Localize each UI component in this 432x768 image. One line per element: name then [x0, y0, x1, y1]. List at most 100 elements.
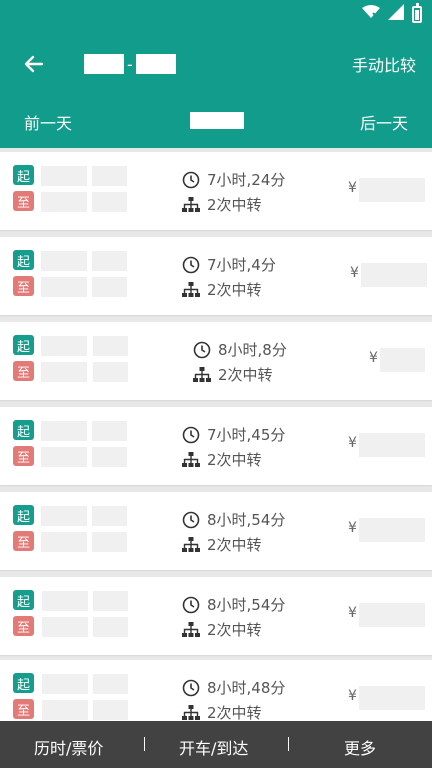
- transfers-text: 2次中转: [207, 621, 262, 639]
- manual-compare-button[interactable]: 手动比较: [352, 52, 416, 76]
- depart-time-redacted: [92, 506, 127, 526]
- arrive-badge: 至: [13, 699, 34, 719]
- price-currency: ¥: [348, 605, 357, 621]
- app-header: - 手动比较 前一天 后一天: [0, 0, 432, 148]
- arrive-badge: 至: [13, 446, 34, 466]
- arrive-badge: 至: [13, 616, 34, 636]
- depart-time-redacted: [93, 591, 128, 611]
- clock-icon: [182, 256, 200, 273]
- hierarchy-icon: [182, 196, 200, 212]
- duration: 7小时,45分: [182, 424, 285, 445]
- arrive-station-redacted: [42, 700, 88, 720]
- duration: 7小时,24分: [182, 169, 285, 190]
- arrive-time-redacted: [93, 700, 128, 720]
- hierarchy-icon: [182, 621, 200, 637]
- date-redacted: [190, 112, 244, 129]
- divider: [144, 737, 145, 751]
- clock-icon: [182, 596, 200, 613]
- arrive-badge: 至: [13, 191, 34, 211]
- depart-station-redacted: [41, 166, 87, 186]
- signal-icon: [388, 4, 404, 24]
- arrive-time-redacted: [93, 617, 128, 637]
- depart-time-redacted: [92, 251, 127, 271]
- result-card[interactable]: 起 至 7小时,4分 2次中转 ¥: [0, 237, 432, 315]
- duration-text: 8小时,54分: [207, 511, 286, 529]
- transfers: 2次中转: [182, 449, 262, 470]
- transfers-text: 2次中转: [207, 451, 262, 469]
- depart-time-redacted: [93, 336, 128, 356]
- origin-station-redacted: [84, 54, 124, 74]
- depart-badge: 起: [13, 335, 34, 355]
- clock-icon: [182, 511, 200, 528]
- clock-icon: [182, 171, 200, 188]
- price-currency: ¥: [350, 265, 359, 281]
- result-card[interactable]: 起 至 8小时,54分 2次中转 ¥: [0, 492, 432, 570]
- transfers: 2次中转: [182, 534, 262, 555]
- duration-text: 8小时,48分: [207, 679, 286, 697]
- depart-badge: 起: [13, 420, 34, 440]
- depart-time-redacted: [92, 421, 127, 441]
- arrive-badge: 至: [13, 276, 34, 296]
- arrive-badge: 至: [13, 531, 34, 551]
- depart-badge: 起: [13, 165, 34, 185]
- arrive-badge: 至: [13, 361, 34, 381]
- sort-depart-arrive-button[interactable]: 开车/到达: [179, 735, 248, 759]
- price-currency: ¥: [348, 688, 357, 704]
- transfers-text: 2次中转: [207, 704, 262, 722]
- hierarchy-icon: [182, 704, 200, 720]
- transfers-text: 2次中转: [207, 196, 262, 214]
- route-separator: -: [127, 54, 133, 74]
- price-redacted: [359, 518, 425, 542]
- divider: [288, 737, 289, 751]
- destination-station-redacted: [135, 54, 176, 74]
- arrive-station-redacted: [41, 447, 87, 467]
- arrive-time-redacted: [93, 362, 128, 382]
- back-button[interactable]: [18, 48, 50, 80]
- duration-text: 8小时,8分: [218, 341, 287, 359]
- clock-icon: [182, 426, 200, 443]
- clock-icon: [182, 679, 200, 696]
- status-bar: [362, 2, 422, 24]
- depart-badge: 起: [13, 673, 34, 693]
- arrow-left-icon: [24, 55, 44, 73]
- price-currency: ¥: [348, 435, 357, 451]
- hierarchy-icon: [182, 536, 200, 552]
- depart-station-redacted: [42, 674, 88, 694]
- result-card[interactable]: 起 至 8小时,54分 2次中转 ¥: [0, 577, 432, 655]
- price-redacted: [359, 433, 425, 457]
- arrive-time-redacted: [92, 192, 127, 212]
- transfers: 2次中转: [182, 279, 262, 300]
- result-card[interactable]: 起 至 7小时,45分 2次中转 ¥: [0, 407, 432, 485]
- depart-station-redacted: [41, 421, 87, 441]
- prev-day-button[interactable]: 前一天: [24, 110, 72, 134]
- duration: 8小时,54分: [182, 509, 285, 530]
- hierarchy-icon: [193, 366, 211, 382]
- depart-station-redacted: [41, 251, 87, 271]
- transfers-text: 2次中转: [207, 281, 262, 299]
- depart-badge: 起: [13, 590, 34, 610]
- transfers: 2次中转: [182, 619, 262, 640]
- depart-badge: 起: [13, 250, 34, 270]
- arrive-station-redacted: [41, 192, 87, 212]
- arrive-station-redacted: [41, 362, 87, 382]
- result-card[interactable]: 起 至 7小时,24分 2次中转 ¥: [0, 152, 432, 230]
- transfers-text: 2次中转: [218, 366, 273, 384]
- price-redacted: [380, 348, 425, 372]
- duration-text: 7小时,24分: [207, 171, 286, 189]
- next-day-button[interactable]: 后一天: [360, 110, 408, 134]
- arrive-time-redacted: [92, 447, 127, 467]
- price-redacted: [359, 178, 425, 202]
- depart-station-redacted: [41, 336, 87, 356]
- price-currency: ¥: [369, 350, 378, 366]
- battery-icon: [412, 2, 422, 23]
- sort-duration-price-button[interactable]: 历时/票价: [34, 735, 103, 759]
- transfers: 2次中转: [182, 194, 262, 215]
- duration-text: 7小时,45分: [207, 426, 286, 444]
- duration-text: 8小时,54分: [207, 596, 286, 614]
- result-card[interactable]: 起 至 8小时,8分 2次中转 ¥: [0, 322, 432, 400]
- duration-text: 7小时,4分: [207, 256, 276, 274]
- depart-station-redacted: [42, 591, 88, 611]
- price-redacted: [359, 686, 425, 710]
- depart-station-redacted: [41, 506, 87, 526]
- more-button[interactable]: 更多: [344, 735, 376, 759]
